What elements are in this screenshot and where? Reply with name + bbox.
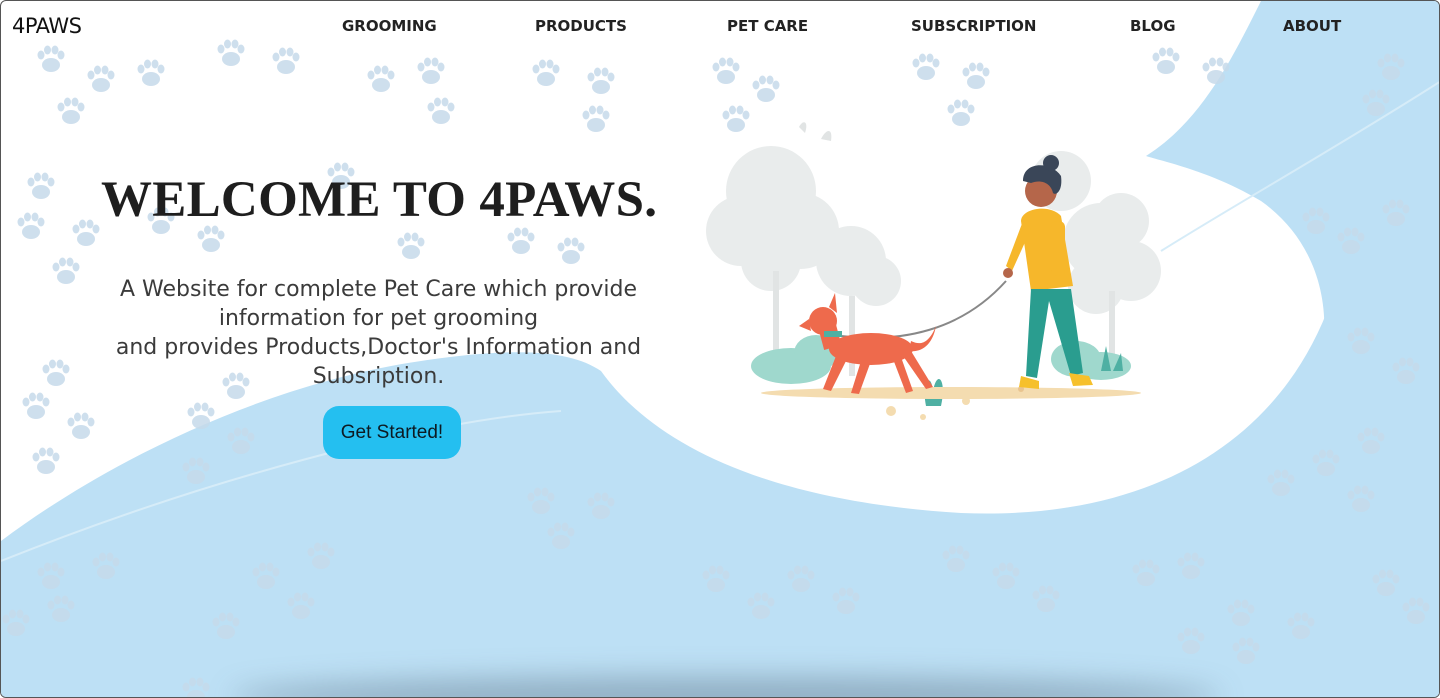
nav-item-subscription[interactable]: SUBSCRIPTION	[911, 17, 1036, 35]
page-frame: 4PAWS GROOMING PRODUCTS PET CARE SUBSCRI…	[0, 0, 1440, 698]
person-walking-dog-illustration	[706, 122, 1161, 420]
main-nav: GROOMING PRODUCTS PET CARE SUBSCRIPTION …	[1, 17, 1439, 37]
hero-subtitle-line: Subsription.	[312, 364, 445, 389]
hero-subtitle-line: information for pet grooming	[218, 306, 539, 331]
hero-title: WELCOME TO 4PAWS.	[101, 172, 658, 228]
nav-item-pet-care[interactable]: PET CARE	[727, 17, 808, 35]
hero-subtitle: A Website for complete Pet Care which pr…	[101, 275, 656, 391]
nav-item-grooming[interactable]: GROOMING	[342, 17, 437, 35]
hero-subtitle-line: A Website for complete Pet Care which pr…	[120, 277, 637, 302]
nav-item-products[interactable]: PRODUCTS	[535, 17, 627, 35]
nav-item-blog[interactable]: BLOG	[1130, 17, 1176, 35]
hero-subtitle-line: and provides Products,Doctor's Informati…	[115, 335, 642, 360]
get-started-button[interactable]: Get Started!	[323, 406, 461, 459]
nav-item-about[interactable]: ABOUT	[1283, 17, 1341, 35]
